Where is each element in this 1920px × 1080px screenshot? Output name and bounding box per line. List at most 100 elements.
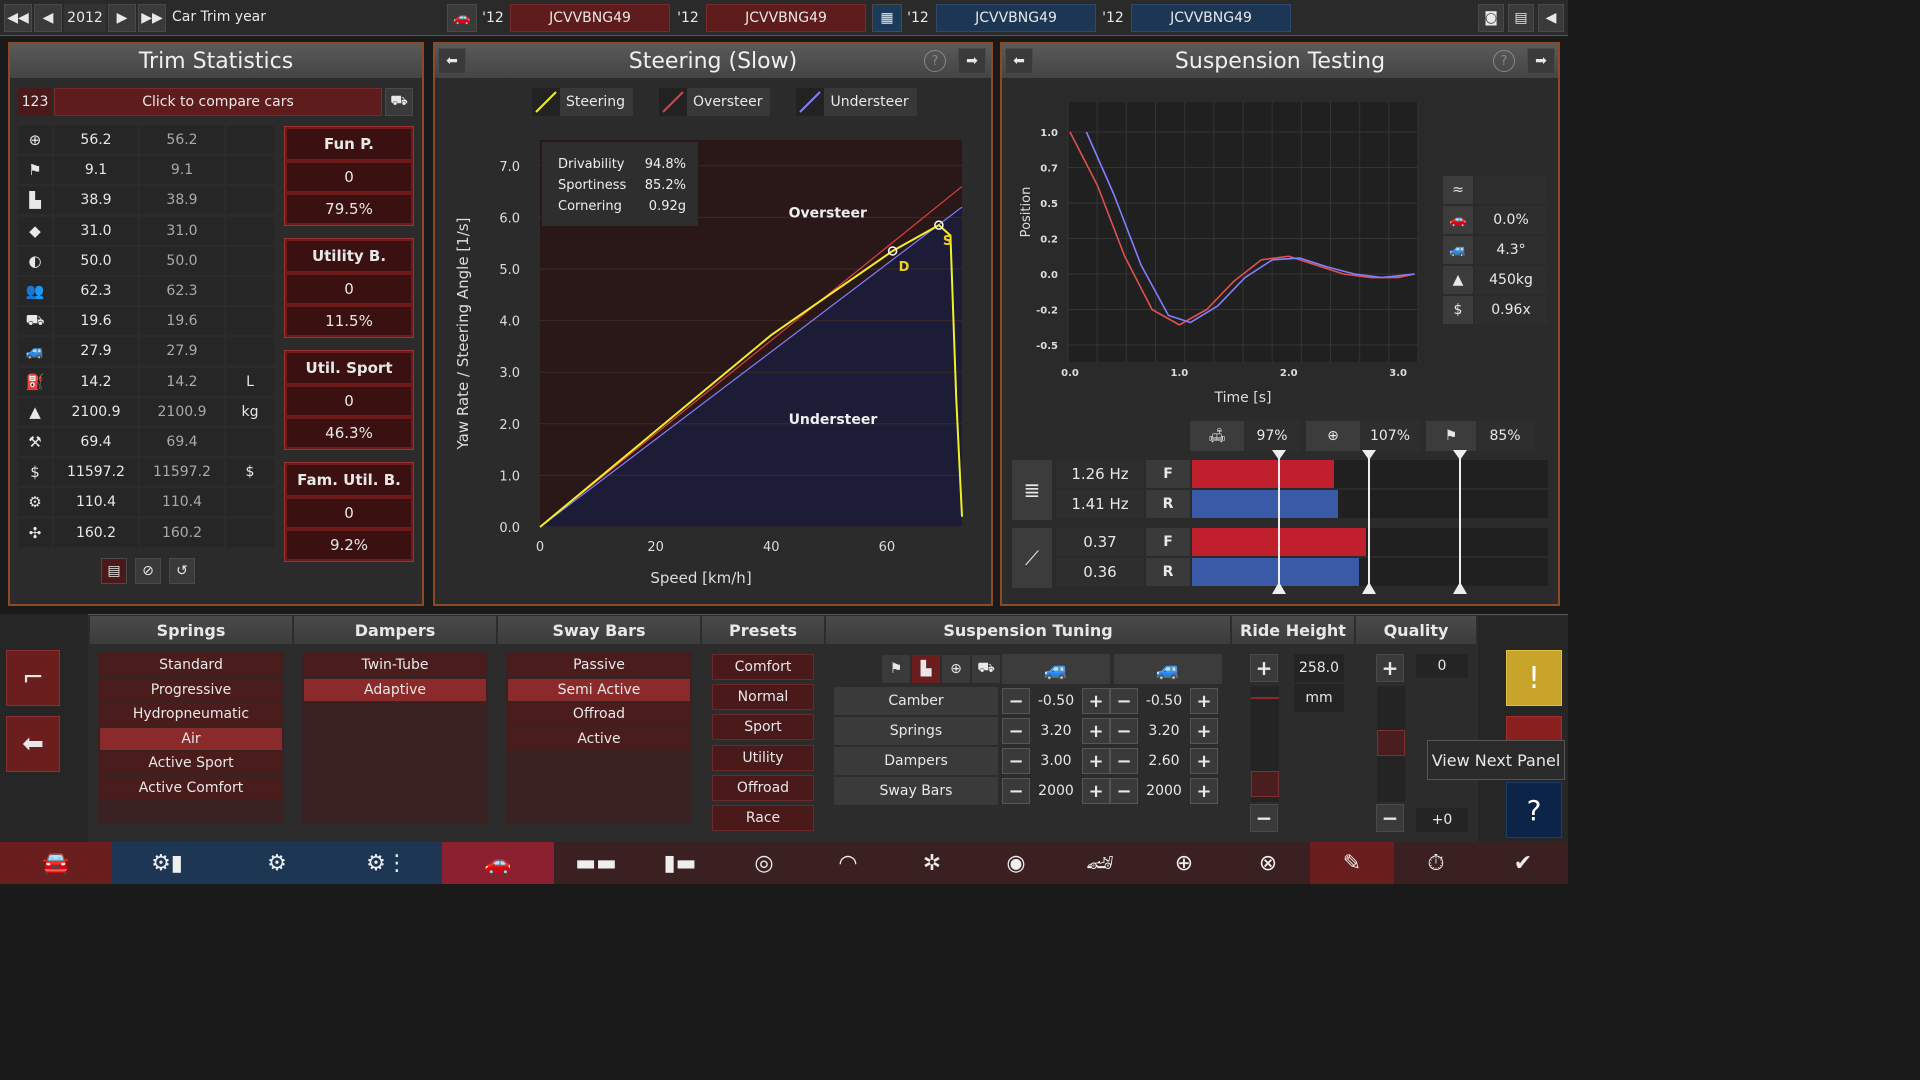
undo-icon[interactable]: ↺: [169, 558, 195, 584]
springs-option[interactable]: Air: [100, 727, 282, 750]
sway-option[interactable]: Passive: [508, 654, 690, 676]
track-test-tab-icon[interactable]: ⏱: [1394, 842, 1478, 884]
calendar-icon[interactable]: ▦: [872, 4, 902, 32]
preset-button[interactable]: Offroad: [712, 774, 814, 801]
warning-icon[interactable]: !: [1506, 650, 1562, 706]
exit-icon[interactable]: ◀: [1538, 4, 1564, 32]
safety-tab-icon[interactable]: ⊕: [1142, 842, 1226, 884]
decrease-button[interactable]: −: [1110, 688, 1138, 714]
quality-plus-button[interactable]: +: [1376, 654, 1404, 682]
truck-icon[interactable]: ⛟: [972, 655, 1000, 683]
dampers-option[interactable]: Twin-Tube: [304, 654, 486, 676]
car-compare-icon[interactable]: ⛟: [385, 88, 413, 116]
compare-cars-button[interactable]: Click to compare cars: [54, 88, 382, 116]
score-box: Utility B. 0 11.5%: [284, 238, 414, 338]
springs-option[interactable]: Active Comfort: [100, 777, 282, 799]
increase-button[interactable]: +: [1190, 688, 1218, 714]
help-icon[interactable]: ?: [1506, 782, 1562, 838]
preset-button[interactable]: Sport: [712, 714, 814, 741]
body-tab-icon[interactable]: 🚘: [0, 842, 112, 884]
forward-icon[interactable]: ▶▶: [138, 4, 166, 32]
clipboard-icon[interactable]: ▤: [101, 558, 127, 584]
next-year-button[interactable]: ▶: [108, 4, 136, 32]
steering-wheel-icon[interactable]: ⊕: [942, 655, 970, 683]
prev-panel-icon[interactable]: ⬅: [1005, 48, 1033, 74]
gearbox-tab-icon[interactable]: ⚙⋮: [332, 842, 442, 884]
springs-option[interactable]: Hydropneumatic: [100, 703, 282, 726]
compare-trim-2[interactable]: JCVVBNG49: [706, 4, 866, 32]
ride-height-minus-button[interactable]: −: [1250, 804, 1278, 832]
prev-year-button[interactable]: ◀: [34, 4, 62, 32]
preset-button[interactable]: Normal: [712, 684, 814, 711]
sport-percent: 85%: [1476, 421, 1534, 451]
preset-button[interactable]: Comfort: [712, 654, 814, 680]
testing-tab-icon[interactable]: ✎: [1310, 842, 1394, 884]
help-icon[interactable]: ?: [1493, 50, 1515, 72]
calculator-icon[interactable]: ▤: [1508, 4, 1534, 32]
preset-button[interactable]: Race: [712, 805, 814, 831]
engine-tab-icon[interactable]: ⚙: [222, 842, 332, 884]
sway-option[interactable]: Active: [508, 727, 690, 750]
sway-option[interactable]: Semi Active: [508, 678, 690, 701]
back-arrow-icon[interactable]: ⬅: [6, 716, 60, 772]
decrease-button[interactable]: −: [1110, 778, 1138, 804]
stat-table: ⊕ 56.2 56.2 ⚑ 9.1 9.1 ▙ 38.9 38.9 ◆ 31.0 31.0 ◐ 50.0 5…: [18, 125, 274, 548]
decrease-button[interactable]: −: [1002, 778, 1030, 804]
dampers-option[interactable]: Adaptive: [304, 678, 486, 701]
next-panel-icon[interactable]: ➡: [1527, 48, 1555, 74]
drivetrain-tab-icon[interactable]: ◎: [722, 842, 806, 884]
cancel-icon[interactable]: ⊘: [135, 558, 161, 584]
quality-handle[interactable]: [1377, 730, 1405, 756]
decrease-button[interactable]: −: [1110, 718, 1138, 744]
increase-button[interactable]: +: [1082, 688, 1110, 714]
target-marker: [1368, 452, 1370, 592]
springs-option[interactable]: Standard: [100, 654, 282, 676]
increase-button[interactable]: +: [1082, 748, 1110, 774]
score-value: 9.2%: [287, 531, 411, 559]
decrease-button[interactable]: −: [1002, 748, 1030, 774]
quality-minus-button[interactable]: −: [1376, 804, 1404, 832]
chassis-tab-icon[interactable]: ⚙▮: [112, 842, 222, 884]
fixtures-tab-icon[interactable]: ▮▬: [638, 842, 722, 884]
car-icon[interactable]: 🚗: [447, 4, 477, 32]
interior-tab-icon[interactable]: ▬▬: [554, 842, 638, 884]
compare-trim-3[interactable]: JCVVBNG49: [936, 4, 1096, 32]
reliability-icon: ⚒: [18, 427, 52, 456]
aero-tab-icon[interactable]: 🏎: [1058, 842, 1142, 884]
ride-height-plus-button[interactable]: +: [1250, 654, 1278, 682]
increase-button[interactable]: +: [1082, 718, 1110, 744]
next-panel-icon[interactable]: ➡: [958, 48, 986, 74]
tyres-tab-icon[interactable]: ◠: [806, 842, 890, 884]
increase-button[interactable]: +: [1082, 778, 1110, 804]
back-icon[interactable]: ◀◀: [4, 4, 32, 32]
prev-panel-icon[interactable]: ⬅: [438, 48, 466, 74]
increase-button[interactable]: +: [1190, 778, 1218, 804]
preset-button[interactable]: Utility: [712, 744, 814, 771]
decrease-button[interactable]: −: [1002, 718, 1030, 744]
sway-option[interactable]: Offroad: [508, 703, 690, 726]
increase-button[interactable]: +: [1190, 748, 1218, 774]
compare-trim-4[interactable]: JCVVBNG49: [1131, 4, 1291, 32]
y-tick-label: -0.2: [1036, 306, 1058, 317]
brakes-tab-icon[interactable]: ◉: [974, 842, 1058, 884]
help-icon[interactable]: ?: [924, 50, 946, 72]
passengers-icon: 👥: [18, 277, 52, 306]
camera-icon[interactable]: ◙: [1478, 4, 1504, 32]
suspension-geometry-icon[interactable]: ⌐: [6, 650, 60, 706]
decrease-button[interactable]: −: [1110, 748, 1138, 774]
rims-tab-icon[interactable]: ✲: [890, 842, 974, 884]
ride-height-handle[interactable]: [1251, 771, 1279, 797]
suspension-tab-icon[interactable]: 🚗: [442, 842, 554, 884]
compare-trim-1[interactable]: JCVVBNG49: [510, 4, 670, 32]
increase-button[interactable]: +: [1190, 718, 1218, 744]
stat-row: ▙ 38.9 38.9: [18, 185, 274, 215]
handling-tab-icon[interactable]: ⊗: [1226, 842, 1310, 884]
race-flag-icon[interactable]: ⚑: [882, 655, 910, 683]
finish-tab-icon[interactable]: ✔: [1478, 842, 1568, 884]
decrease-button[interactable]: −: [1002, 688, 1030, 714]
handling-icon: ⊕: [1306, 421, 1360, 451]
springs-option[interactable]: Active Sport: [100, 752, 282, 775]
stat-row: ⚙ 110.4 110.4: [18, 487, 274, 517]
springs-option[interactable]: Progressive: [100, 678, 282, 701]
seat-icon[interactable]: ▙: [912, 655, 940, 683]
